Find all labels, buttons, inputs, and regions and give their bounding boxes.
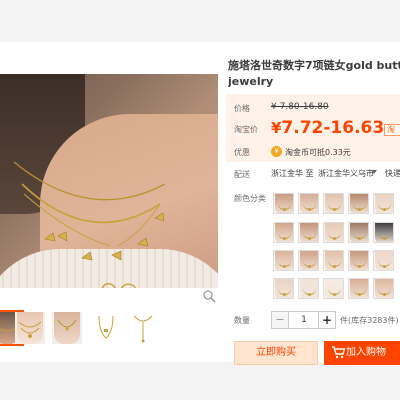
- buy-now-button[interactable]: 立即购买: [234, 341, 318, 365]
- color-swatch-10[interactable]: [373, 222, 394, 243]
- swatch-pendant: [283, 293, 286, 296]
- swatch-pendant: [333, 293, 336, 296]
- product-title-line2: jewelry: [228, 75, 274, 88]
- swatch-pendant: [383, 208, 386, 211]
- taobao-price-label: 淘宝价: [234, 125, 258, 134]
- thumbnail-3[interactable]: [52, 312, 82, 344]
- quantity-decrement-button[interactable]: −: [271, 311, 289, 329]
- stock-info: 件(库存3283件): [340, 316, 399, 325]
- quantity-input[interactable]: 1: [289, 311, 319, 329]
- coin-discount-text: 淘金币可抵0.33元: [285, 148, 351, 157]
- color-swatch-5[interactable]: [373, 193, 394, 214]
- color-swatch-19[interactable]: [348, 278, 369, 299]
- color-swatch-7[interactable]: [298, 222, 319, 243]
- shipping-speed: 快递: [385, 169, 400, 178]
- promo-label: 优惠: [234, 148, 250, 157]
- color-swatch-2[interactable]: [298, 193, 319, 214]
- swatch-pendant: [358, 237, 361, 240]
- color-swatch-4[interactable]: [348, 193, 369, 214]
- color-swatch-8[interactable]: [323, 222, 344, 243]
- price-tag-badge: 淘: [384, 124, 400, 136]
- main-product-image[interactable]: [0, 74, 218, 288]
- quantity-increment-button[interactable]: +: [318, 311, 336, 329]
- swatch-pendant: [308, 208, 311, 211]
- swatch-pendant: [283, 237, 286, 240]
- taobao-price: ¥7.72-16.63: [271, 118, 384, 138]
- swatch-pendant: [308, 293, 311, 296]
- color-swatch-17[interactable]: [298, 278, 319, 299]
- swatch-pendant: [383, 293, 386, 296]
- thumbnail-5[interactable]: [128, 312, 158, 344]
- color-swatch-14[interactable]: [348, 250, 369, 271]
- color-swatch-15[interactable]: [373, 250, 394, 271]
- thumbnail-2[interactable]: [15, 312, 45, 344]
- magnifier-icon[interactable]: [202, 289, 216, 303]
- shipping-from: 浙江金华 至: [271, 169, 314, 178]
- bottom-bar: [0, 362, 400, 400]
- currency-symbol: ¥: [271, 119, 282, 137]
- shipping-label: 配送: [234, 170, 250, 179]
- coin-icon: ¥: [271, 146, 282, 157]
- swatch-pendant: [308, 237, 311, 240]
- color-swatch-20[interactable]: [373, 278, 394, 299]
- top-bar: [0, 0, 400, 42]
- swatch-pendant: [308, 265, 311, 268]
- swatch-pendant: [358, 293, 361, 296]
- swatch-pendant: [383, 265, 386, 268]
- color-swatch-18[interactable]: [323, 278, 344, 299]
- color-swatch-1[interactable]: [273, 193, 294, 214]
- taobao-price-value: 7.72-16.63: [281, 118, 385, 138]
- thumbnail-4[interactable]: [91, 312, 121, 344]
- original-price-label: 价格: [234, 104, 250, 113]
- quantity-label: 数量: [234, 316, 250, 325]
- cart-icon: [332, 346, 345, 359]
- swatch-pendant: [283, 265, 286, 268]
- swatch-pendant: [333, 237, 336, 240]
- chevron-down-icon[interactable]: [371, 170, 377, 174]
- necklace-drawing: [13, 161, 166, 288]
- swatch-pendant: [358, 265, 361, 268]
- swatch-pendant: [333, 208, 336, 211]
- swatch-pendant: [383, 237, 386, 240]
- color-swatch-6[interactable]: [273, 222, 294, 243]
- color-swatch-16[interactable]: [273, 278, 294, 299]
- color-swatch-3[interactable]: [323, 193, 344, 214]
- shipping-destination-select[interactable]: 浙江金华义乌市: [318, 168, 374, 179]
- color-swatch-13[interactable]: [323, 250, 344, 271]
- color-label: 颜色分类: [234, 194, 266, 203]
- color-swatch-12[interactable]: [298, 250, 319, 271]
- product-title: 施塔洛世奇数字7项链女gold butterfly jewelry: [228, 58, 400, 90]
- swatch-pendant: [283, 208, 286, 211]
- swatch-pendant: [333, 265, 336, 268]
- color-swatch-11[interactable]: [273, 250, 294, 271]
- color-swatch-9[interactable]: [348, 222, 369, 243]
- product-title-line1: 施塔洛世奇数字7项链女gold butterfly: [228, 59, 400, 72]
- original-price: ¥ 7.80-16.80: [271, 102, 329, 112]
- swatch-pendant: [358, 208, 361, 211]
